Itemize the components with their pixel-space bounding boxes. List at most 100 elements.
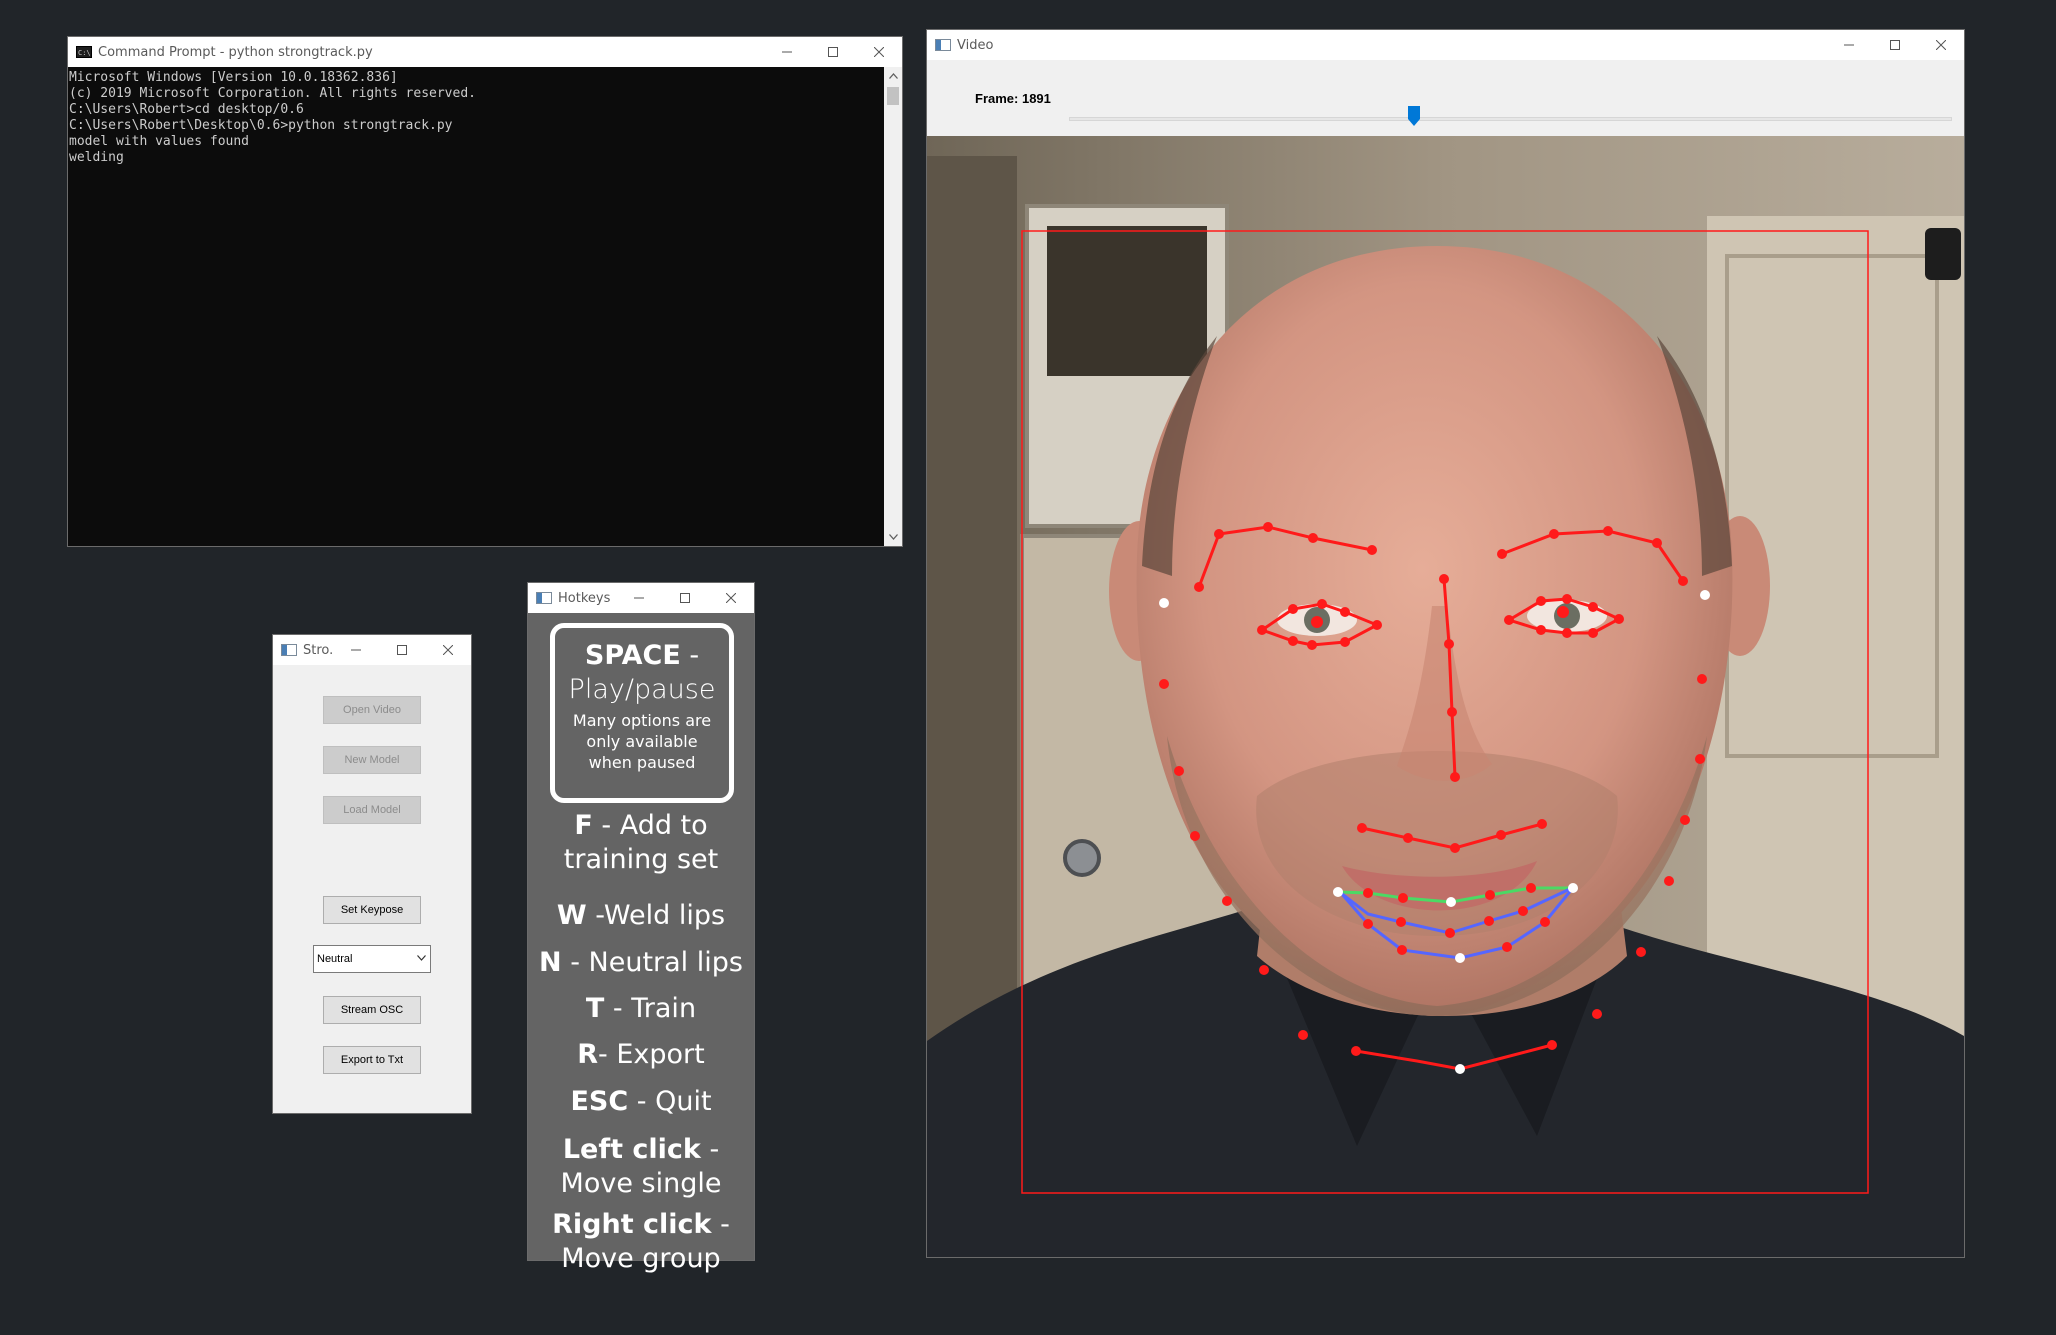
landmark-point[interactable] <box>1372 620 1382 630</box>
scroll-thumb[interactable] <box>887 87 899 105</box>
pupil-point-left[interactable] <box>1311 616 1323 628</box>
landmark-point[interactable] <box>1549 529 1559 539</box>
landmark-point[interactable] <box>1263 522 1273 532</box>
open-video-button[interactable]: Open Video <box>323 696 421 724</box>
landmark-point[interactable] <box>1562 594 1572 604</box>
key-point[interactable] <box>1159 598 1169 608</box>
maximize-button[interactable] <box>810 37 856 67</box>
lip-point[interactable] <box>1398 893 1408 903</box>
scroll-up-arrow[interactable] <box>884 67 902 85</box>
landmark-point[interactable] <box>1447 707 1457 717</box>
landmark-point[interactable] <box>1588 628 1598 638</box>
export-txt-button[interactable]: Export to Txt <box>323 1046 421 1074</box>
keypose-select[interactable]: Neutral <box>313 945 431 973</box>
hotkeys-titlebar[interactable]: Hotkeys <box>528 583 754 613</box>
landmark-point[interactable] <box>1357 823 1367 833</box>
landmark-point[interactable] <box>1194 582 1204 592</box>
slider-handle[interactable] <box>1407 106 1420 126</box>
jaw-point[interactable] <box>1592 1009 1602 1019</box>
landmark-point[interactable] <box>1340 637 1350 647</box>
console-output[interactable]: Microsoft Windows [Version 10.0.18362.83… <box>68 67 884 546</box>
close-button[interactable] <box>1918 30 1964 60</box>
landmark-point[interactable] <box>1288 636 1298 646</box>
landmark-point[interactable] <box>1536 596 1546 606</box>
close-button[interactable] <box>708 583 754 613</box>
lip-point[interactable] <box>1485 890 1495 900</box>
frame-slider[interactable] <box>1069 106 1952 126</box>
landmark-point[interactable] <box>1504 615 1514 625</box>
lip-point[interactable] <box>1363 919 1373 929</box>
key-point[interactable] <box>1700 590 1710 600</box>
key-point[interactable] <box>1455 1064 1465 1074</box>
pupil-point-right[interactable] <box>1557 606 1569 618</box>
jaw-point[interactable] <box>1222 896 1232 906</box>
maximize-button[interactable] <box>379 635 425 665</box>
landmark-point[interactable] <box>1444 639 1454 649</box>
landmark-point[interactable] <box>1603 526 1613 536</box>
lip-point[interactable] <box>1526 883 1536 893</box>
landmark-point[interactable] <box>1307 640 1317 650</box>
lip-point[interactable] <box>1396 917 1406 927</box>
landmark-point[interactable] <box>1562 628 1572 638</box>
key-point[interactable] <box>1568 883 1578 893</box>
close-button[interactable] <box>425 635 471 665</box>
key-point[interactable] <box>1455 953 1465 963</box>
landmark-point[interactable] <box>1403 833 1413 843</box>
video-frame[interactable] <box>927 136 1964 1257</box>
jaw-point[interactable] <box>1697 674 1707 684</box>
lip-point[interactable] <box>1540 917 1550 927</box>
jaw-point[interactable] <box>1695 754 1705 764</box>
landmark-point[interactable] <box>1214 529 1224 539</box>
landmark-point[interactable] <box>1497 549 1507 559</box>
landmark-point[interactable] <box>1308 533 1318 543</box>
jaw-point[interactable] <box>1259 965 1269 975</box>
set-keypose-button[interactable]: Set Keypose <box>323 896 421 924</box>
lip-point[interactable] <box>1363 888 1373 898</box>
key-point[interactable] <box>1446 897 1456 907</box>
cmd-titlebar[interactable]: C:\ Command Prompt - python strongtrack.… <box>68 37 902 67</box>
landmark-point[interactable] <box>1317 599 1327 609</box>
jaw-point[interactable] <box>1190 831 1200 841</box>
landmark-point[interactable] <box>1450 772 1460 782</box>
jaw-point[interactable] <box>1298 1030 1308 1040</box>
landmark-point[interactable] <box>1652 538 1662 548</box>
new-model-button[interactable]: New Model <box>323 746 421 774</box>
landmark-point[interactable] <box>1678 576 1688 586</box>
jaw-point[interactable] <box>1159 679 1169 689</box>
minimize-button[interactable] <box>764 37 810 67</box>
landmark-point[interactable] <box>1257 625 1267 635</box>
maximize-button[interactable] <box>662 583 708 613</box>
lip-point[interactable] <box>1445 928 1455 938</box>
minimize-button[interactable] <box>1826 30 1872 60</box>
landmark-point[interactable] <box>1367 545 1377 555</box>
landmark-point[interactable] <box>1496 830 1506 840</box>
video-titlebar[interactable]: Video <box>927 30 1964 60</box>
lip-point[interactable] <box>1484 916 1494 926</box>
lip-point[interactable] <box>1397 945 1407 955</box>
jaw-point[interactable] <box>1680 815 1690 825</box>
strongtrack-titlebar[interactable]: Stro... <box>273 635 471 665</box>
landmark-point[interactable] <box>1450 843 1460 853</box>
landmark-point[interactable] <box>1588 602 1598 612</box>
minimize-button[interactable] <box>616 583 662 613</box>
lip-point[interactable] <box>1518 906 1528 916</box>
close-button[interactable] <box>856 37 902 67</box>
landmark-point[interactable] <box>1536 625 1546 635</box>
lip-point[interactable] <box>1502 942 1512 952</box>
landmark-point[interactable] <box>1547 1040 1557 1050</box>
jaw-point[interactable] <box>1664 876 1674 886</box>
load-model-button[interactable]: Load Model <box>323 796 421 824</box>
minimize-button[interactable] <box>333 635 379 665</box>
stream-osc-button[interactable]: Stream OSC <box>323 996 421 1024</box>
landmark-point[interactable] <box>1351 1046 1361 1056</box>
jaw-point[interactable] <box>1174 766 1184 776</box>
landmark-point[interactable] <box>1614 614 1624 624</box>
key-point[interactable] <box>1333 887 1343 897</box>
jaw-point[interactable] <box>1636 947 1646 957</box>
landmark-point[interactable] <box>1288 604 1298 614</box>
landmark-point[interactable] <box>1537 819 1547 829</box>
landmark-point[interactable] <box>1340 607 1350 617</box>
scroll-down-arrow[interactable] <box>884 528 902 546</box>
console-scrollbar[interactable] <box>884 67 902 546</box>
maximize-button[interactable] <box>1872 30 1918 60</box>
